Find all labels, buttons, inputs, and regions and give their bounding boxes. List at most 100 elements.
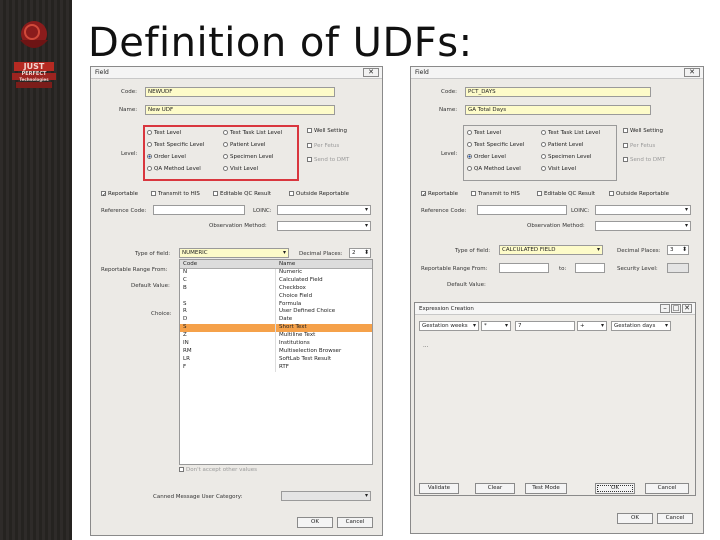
list-item-code: Z — [180, 332, 276, 341]
close-icon[interactable]: ✕ — [363, 68, 379, 77]
reportable-checkbox[interactable]: ✓Reportable — [421, 191, 458, 198]
validate-button[interactable]: Validate — [419, 483, 459, 494]
level-option-test-specific[interactable]: Test Specific Level — [147, 142, 204, 148]
loinc-select[interactable] — [277, 205, 371, 215]
decimal-stepper[interactable]: 2 — [349, 248, 371, 258]
decimal-stepper[interactable]: 3 — [667, 245, 689, 255]
list-item-code: S — [180, 300, 276, 309]
close-icon[interactable]: ✕ — [684, 68, 700, 77]
clear-button[interactable]: Clear — [475, 483, 515, 494]
list-item-code: RM — [180, 347, 276, 356]
radio-icon — [541, 142, 546, 147]
level-option-order[interactable]: Order Level — [147, 154, 186, 160]
list-item[interactable]: R User Defined Choice — [180, 308, 372, 317]
list-item[interactable]: C Calculated Field — [180, 276, 372, 285]
loinc-select[interactable] — [595, 205, 691, 215]
type-select[interactable]: NUMERIC — [179, 248, 289, 258]
editable-qc-checkbox[interactable]: Editable QC Result — [213, 191, 271, 197]
operand-select-2[interactable]: Gestation days — [611, 321, 671, 331]
list-item[interactable]: F RTF — [180, 363, 372, 372]
ref-code-input[interactable] — [153, 205, 245, 215]
ref-code-label: Reference Code: — [421, 208, 467, 214]
transmit-his-checkbox[interactable]: Transmit to HIS — [471, 191, 520, 197]
ref-code-input[interactable] — [477, 205, 567, 215]
outside-reportable-checkbox[interactable]: Outside Reportable — [609, 191, 669, 197]
ok-button[interactable]: OK — [595, 483, 635, 494]
obs-method-select[interactable] — [277, 221, 371, 231]
dont-accept-checkbox[interactable]: Don't accept other values — [179, 467, 257, 473]
level-option-qa-method[interactable]: QA Method Level — [467, 166, 521, 172]
list-item-code: F — [180, 363, 276, 372]
list-item[interactable]: B Checkbox — [180, 284, 372, 293]
level-option-patient[interactable]: Patient Level — [223, 142, 265, 148]
list-item[interactable]: LR SoftLab Test Result — [180, 355, 372, 364]
maximize-icon[interactable]: □ — [671, 304, 681, 313]
list-item[interactable]: Z Multiline Text — [180, 332, 372, 341]
radio-selected-icon — [467, 154, 472, 159]
code-input[interactable]: NEWUDF — [145, 87, 335, 97]
field-dialog-left: Field ✕ Code: NEWUDF Name: New UDF Level… — [90, 66, 383, 536]
level-option-order[interactable]: Order Level — [467, 154, 506, 160]
cancel-button[interactable]: Cancel — [645, 483, 689, 494]
checkbox-icon — [307, 128, 312, 133]
list-item[interactable]: S Short Text — [180, 324, 372, 333]
cancel-button[interactable]: Cancel — [657, 513, 693, 524]
level-option-visit[interactable]: Visit Level — [541, 166, 576, 172]
canned-select[interactable] — [281, 491, 371, 501]
checkbox-icon — [471, 191, 476, 196]
level-option-specimen[interactable]: Specimen Level — [541, 154, 591, 160]
test-mode-button[interactable]: Test Mode — [525, 483, 567, 494]
well-setting-checkbox[interactable]: Well Setting — [307, 128, 347, 134]
dialog-titlebar: Field ✕ — [411, 67, 703, 79]
per-fetus-checkbox[interactable]: Per Fetus — [307, 143, 339, 149]
transmit-his-checkbox[interactable]: Transmit to HIS — [151, 191, 200, 197]
level-option-task-list[interactable]: Test Task List Level — [541, 130, 600, 136]
level-option-patient[interactable]: Patient Level — [541, 142, 583, 148]
level-label: Level: — [121, 151, 138, 157]
obs-method-select[interactable] — [595, 221, 691, 231]
type-select[interactable]: CALCULATED FIELD — [499, 245, 603, 255]
close-icon[interactable]: ✕ — [682, 304, 692, 313]
radio-icon — [223, 130, 228, 135]
ok-button[interactable]: OK — [297, 517, 333, 528]
cancel-button[interactable]: Cancel — [337, 517, 373, 528]
per-fetus-checkbox[interactable]: Per Fetus — [623, 143, 655, 149]
level-option-task-list[interactable]: Test Task List Level — [223, 130, 282, 136]
operand-select-1[interactable]: Gestation weeks — [419, 321, 479, 331]
checkbox-icon — [623, 157, 628, 162]
level-option-test-specific[interactable]: Test Specific Level — [467, 142, 524, 148]
reportable-checkbox[interactable]: ✓Reportable — [101, 191, 138, 198]
range-from-input[interactable] — [499, 263, 549, 273]
constant-input[interactable]: 7 — [515, 321, 575, 331]
operator-select-1[interactable]: * — [481, 321, 511, 331]
list-item[interactable]: S Formula — [180, 300, 372, 309]
name-input[interactable]: New UDF — [145, 105, 335, 115]
send-to-dmt-checkbox[interactable]: Send to DMT — [307, 157, 349, 163]
ok-button[interactable]: OK — [617, 513, 653, 524]
list-item[interactable]: Choice Field — [180, 292, 372, 301]
level-option-specimen[interactable]: Specimen Level — [223, 154, 273, 160]
level-option-visit[interactable]: Visit Level — [223, 166, 258, 172]
field-type-list[interactable]: Code Name N Numeric C Calculated Field B Chec… — [179, 259, 373, 465]
list-item[interactable]: N Numeric — [180, 269, 372, 277]
name-input[interactable]: GA Total Days — [465, 105, 651, 115]
decimal-label: Decimal Places: — [617, 248, 661, 254]
list-item[interactable]: D Date — [180, 316, 372, 325]
operator-select-2[interactable]: + — [577, 321, 607, 331]
security-input[interactable] — [667, 263, 689, 273]
list-item-name: RTF — [279, 363, 289, 370]
list-item[interactable]: IN Institutions — [180, 340, 372, 348]
outside-reportable-checkbox[interactable]: Outside Reportable — [289, 191, 349, 197]
well-setting-checkbox[interactable]: Well Setting — [623, 128, 663, 134]
level-option-test[interactable]: Test Level — [467, 130, 501, 136]
radio-icon — [147, 130, 152, 135]
type-label: Type of field: — [135, 251, 171, 257]
send-to-dmt-checkbox[interactable]: Send to DMT — [623, 157, 665, 163]
code-input[interactable]: PCT_DAYS — [465, 87, 651, 97]
level-option-test[interactable]: Test Level — [147, 130, 181, 136]
minimize-icon[interactable]: – — [660, 304, 670, 313]
range-to-input[interactable] — [575, 263, 605, 273]
level-option-qa-method[interactable]: QA Method Level — [147, 166, 201, 172]
list-item[interactable]: RM Multiselection Browser — [180, 347, 372, 356]
editable-qc-checkbox[interactable]: Editable QC Result — [537, 191, 595, 197]
